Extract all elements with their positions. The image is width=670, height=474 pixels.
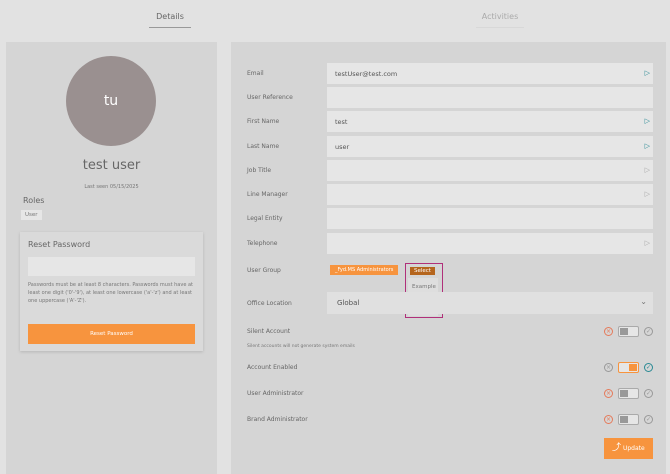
update-button[interactable]: ⤴ Update	[604, 438, 653, 459]
line-manager-label: Line Manager	[247, 191, 288, 198]
close-icon[interactable]: ×	[604, 327, 613, 336]
job-title-input[interactable]: ▷	[327, 160, 653, 181]
user-reference-input[interactable]	[327, 87, 653, 108]
sync-icon[interactable]: ▷	[645, 142, 650, 150]
first-name-label: First Name	[247, 118, 280, 125]
update-label: Update	[622, 445, 645, 452]
tab-details[interactable]: Details	[149, 12, 191, 28]
office-location-select[interactable]: Global ⌄	[327, 292, 653, 314]
last-name-label: Last Name	[247, 143, 280, 150]
roles-title: Roles	[23, 196, 45, 205]
user-name: test user	[82, 158, 141, 173]
legal-entity-input[interactable]	[327, 208, 653, 229]
reset-password-card: Reset Password Passwords must be at leas…	[20, 232, 203, 351]
password-hint: Passwords must be at least 8 characters.…	[28, 282, 194, 304]
sync-icon[interactable]: ▷	[645, 190, 650, 198]
legal-entity-label: Legal Entity	[247, 215, 283, 222]
reset-password-button[interactable]: Reset Password	[28, 324, 195, 344]
tab-label: Details	[156, 12, 184, 21]
tab-activities[interactable]: Activities	[476, 12, 524, 28]
sync-icon[interactable]: ▷	[645, 239, 650, 247]
first-name-value: test	[335, 118, 348, 126]
tab-label: Activities	[481, 12, 519, 21]
user-group-tag: _Fyd.MS Administrators	[330, 265, 399, 275]
toggle-switch[interactable]	[618, 326, 639, 337]
email-input[interactable]: testUser@test.com ▷	[327, 63, 653, 84]
profile-panel: tu test user Last seen 05/15/2025 Roles …	[6, 42, 217, 474]
tab-underline	[476, 27, 524, 28]
select-button[interactable]: Select	[410, 267, 435, 275]
account-enabled-label: Account Enabled	[247, 364, 298, 371]
office-location-value: Global	[337, 299, 360, 307]
toggle-switch[interactable]	[618, 414, 639, 425]
last-name-value: user	[335, 143, 350, 151]
user-group-label: User Group	[247, 267, 281, 274]
telephone-input[interactable]: ▷	[327, 233, 653, 254]
telephone-label: Telephone	[247, 240, 278, 247]
silent-account-label: Silent Account	[247, 328, 291, 335]
toggle-switch[interactable]	[618, 388, 639, 399]
sync-icon[interactable]: ▷	[645, 166, 650, 174]
check-icon[interactable]: ✓	[644, 327, 653, 336]
close-icon[interactable]: ×	[604, 363, 613, 372]
job-title-label: Job Title	[247, 167, 272, 174]
reset-password-title: Reset Password	[28, 240, 91, 249]
avatar: tu	[66, 56, 156, 146]
sync-icon[interactable]: ▷	[645, 69, 650, 77]
check-icon[interactable]: ✓	[644, 389, 653, 398]
chevron-down-icon: ⌄	[640, 297, 647, 306]
account-enabled-toggle[interactable]: × ✓	[604, 362, 654, 374]
close-icon[interactable]: ×	[604, 389, 613, 398]
tab-underline	[149, 27, 191, 28]
email-label: Email	[247, 70, 264, 77]
close-icon[interactable]: ×	[604, 415, 613, 424]
sync-icon[interactable]: ▷	[645, 117, 650, 125]
user-reference-label: User Reference	[247, 94, 293, 101]
check-icon[interactable]: ✓	[644, 363, 653, 372]
line-manager-input[interactable]: ▷	[327, 184, 653, 205]
silent-account-toggle[interactable]: × ✓	[604, 326, 654, 338]
user-administrator-label: User Administrator	[247, 390, 304, 397]
toggle-switch[interactable]	[618, 362, 639, 373]
office-location-label: Office Location	[247, 300, 292, 307]
role-chip: User	[21, 210, 42, 220]
email-value: testUser@test.com	[335, 70, 398, 78]
upload-icon: ⤴	[612, 443, 622, 453]
first-name-input[interactable]: test ▷	[327, 111, 653, 132]
silent-account-note: Silent accounts will not generate system…	[247, 344, 355, 349]
check-icon[interactable]: ✓	[644, 415, 653, 424]
brand-administrator-label: Brand Administrator	[247, 416, 308, 423]
last-name-input[interactable]: user ▷	[327, 136, 653, 157]
user-administrator-toggle[interactable]: × ✓	[604, 388, 654, 400]
new-password-input[interactable]	[28, 257, 195, 276]
last-seen: Last seen 05/15/2025	[84, 184, 139, 190]
brand-administrator-toggle[interactable]: × ✓	[604, 414, 654, 426]
